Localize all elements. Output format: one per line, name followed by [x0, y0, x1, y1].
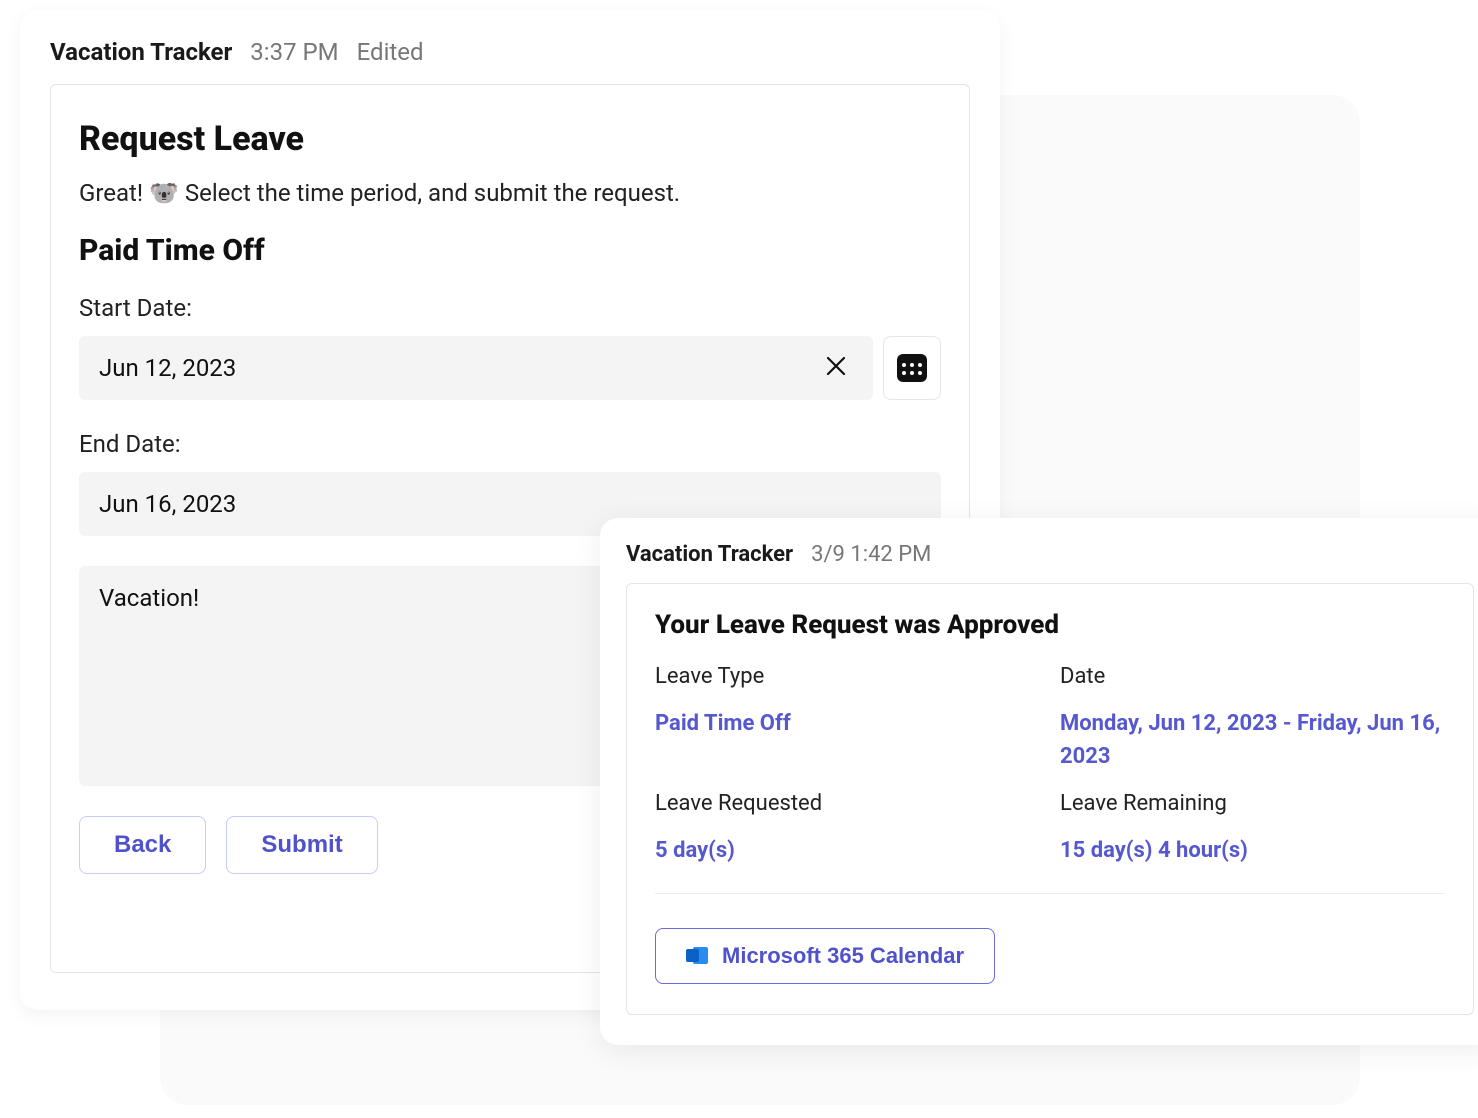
date-value: Monday, Jun 12, 2023 - Friday, Jun 16, 2…	[1060, 707, 1445, 773]
divider	[655, 893, 1445, 894]
end-date-value: Jun 16, 2023	[99, 490, 236, 518]
leave-type-label: Leave Type	[655, 664, 1040, 689]
start-date-row: Jun 12, 2023	[79, 336, 941, 400]
leave-remaining-value: 15 day(s) 4 hour(s)	[1060, 834, 1445, 867]
card-header: Vacation Tracker 3:37 PM Edited	[50, 38, 970, 66]
start-date-input[interactable]: Jun 12, 2023	[79, 336, 873, 400]
submit-button[interactable]: Submit	[226, 816, 377, 874]
approved-leave-card: Vacation Tracker 3/9 1:42 PM Your Leave …	[600, 518, 1478, 1045]
form-title: Request Leave	[79, 119, 941, 159]
card-header: Vacation Tracker 3/9 1:42 PM	[626, 542, 1474, 567]
leave-remaining-label: Leave Remaining	[1060, 791, 1445, 816]
date-label: Date	[1060, 664, 1445, 689]
leave-requested-value: 5 day(s)	[655, 834, 1040, 867]
leave-type-value: Paid Time Off	[655, 707, 1040, 773]
form-intro-text: Great! 🐨 Select the time period, and sub…	[79, 179, 941, 207]
message-timestamp: 3/9 1:42 PM	[811, 542, 931, 567]
app-name: Vacation Tracker	[626, 542, 793, 567]
calendar-button-label: Microsoft 365 Calendar	[722, 943, 964, 969]
clear-start-date-icon[interactable]	[819, 355, 853, 382]
note-value: Vacation!	[99, 584, 199, 612]
approved-inner-card: Your Leave Request was Approved Leave Ty…	[626, 583, 1474, 1015]
start-date-calendar-button[interactable]	[883, 336, 941, 400]
approved-title: Your Leave Request was Approved	[655, 610, 1445, 640]
outlook-icon	[686, 946, 708, 966]
message-timestamp: 3:37 PM	[250, 38, 338, 66]
leave-requested-label: Leave Requested	[655, 791, 1040, 816]
edited-indicator: Edited	[357, 38, 424, 66]
calendar-icon	[897, 354, 927, 382]
microsoft-365-calendar-button[interactable]: Microsoft 365 Calendar	[655, 928, 995, 984]
info-grid: Leave Type Date Paid Time Off Monday, Ju…	[655, 664, 1445, 867]
app-name: Vacation Tracker	[50, 38, 232, 66]
end-date-label: End Date:	[79, 430, 941, 458]
back-button[interactable]: Back	[79, 816, 206, 874]
start-date-value: Jun 12, 2023	[99, 354, 236, 382]
leave-type-title: Paid Time Off	[79, 233, 941, 268]
start-date-label: Start Date:	[79, 294, 941, 322]
